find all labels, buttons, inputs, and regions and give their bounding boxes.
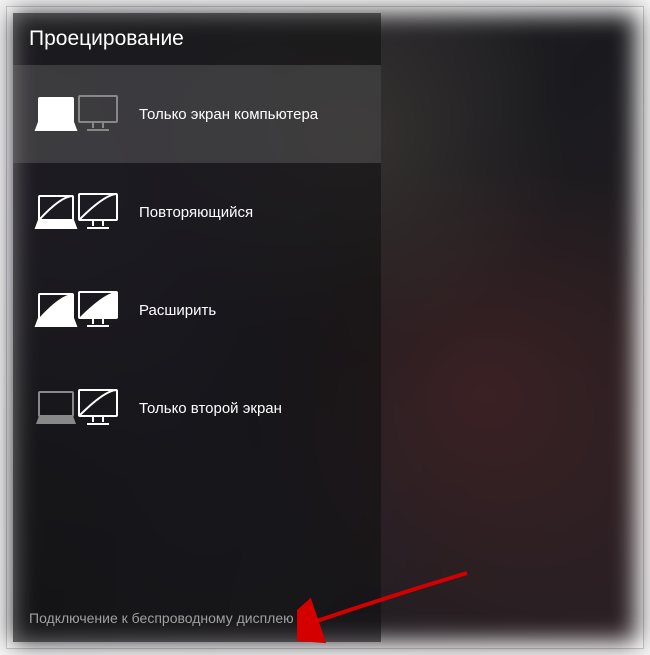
option-label: Только второй экран bbox=[139, 400, 282, 417]
duplicate-icon bbox=[31, 187, 121, 237]
option-label: Повторяющийся bbox=[139, 204, 253, 221]
option-label: Расширить bbox=[139, 302, 216, 319]
connect-wireless-display-link[interactable]: Подключение к беспроводному дисплею bbox=[13, 596, 381, 642]
option-second-screen-only[interactable]: Только второй экран bbox=[13, 359, 381, 457]
option-extend[interactable]: Расширить bbox=[13, 261, 381, 359]
option-label: Только экран компьютера bbox=[139, 106, 318, 123]
extend-icon bbox=[31, 285, 121, 335]
panel-title: Проецирование bbox=[13, 21, 381, 65]
pc-screen-only-icon bbox=[31, 89, 121, 139]
option-pc-screen-only[interactable]: Только экран компьютера bbox=[13, 65, 381, 163]
option-duplicate[interactable]: Повторяющийся bbox=[13, 163, 381, 261]
project-panel: Проецирование bbox=[13, 13, 381, 642]
second-screen-only-icon bbox=[31, 383, 121, 433]
screenshot-frame: Проецирование bbox=[6, 6, 644, 649]
spacer bbox=[13, 457, 381, 596]
